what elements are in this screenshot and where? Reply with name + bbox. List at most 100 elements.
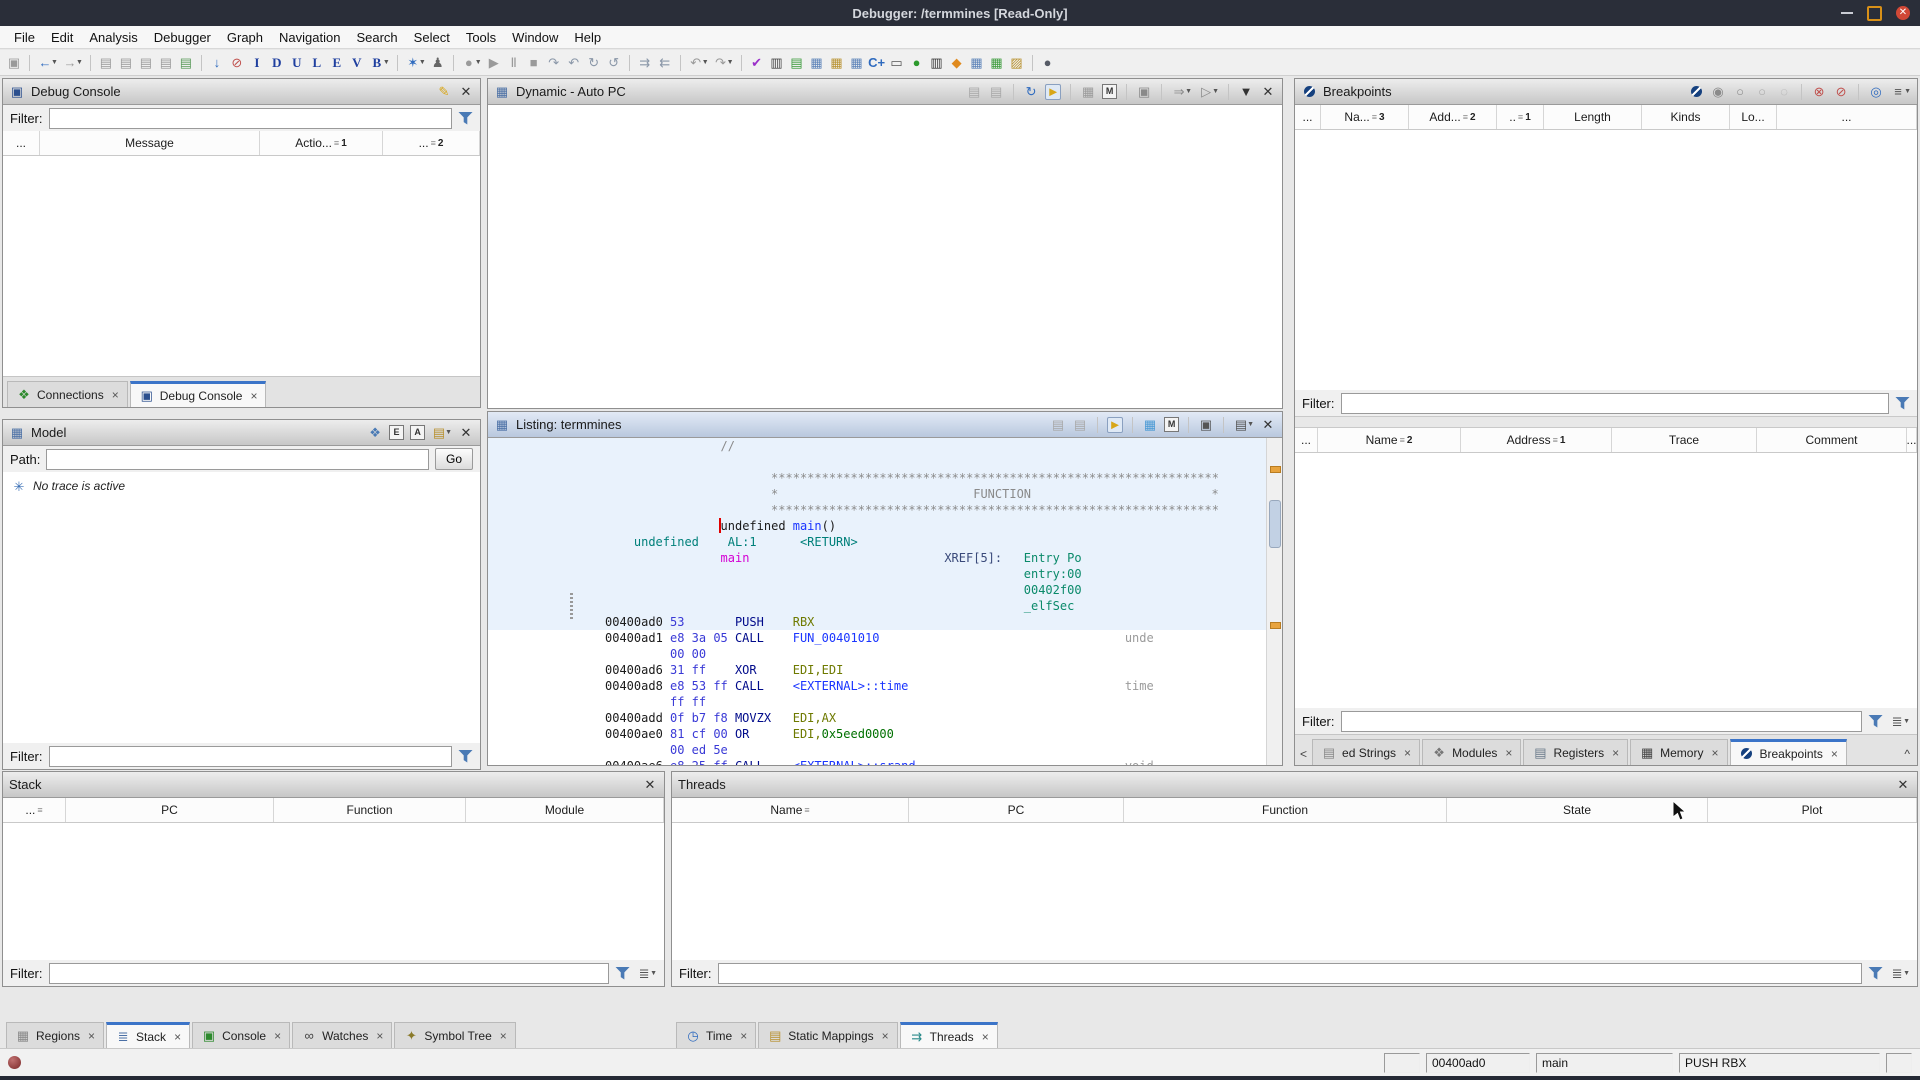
- tab-scroll-left-icon[interactable]: <: [1299, 747, 1310, 765]
- filter-input[interactable]: [1340, 710, 1863, 732]
- column-header-lo[interactable]: Lo...: [1730, 105, 1777, 129]
- menu-file[interactable]: File: [6, 28, 43, 47]
- close-tab-icon[interactable]: ×: [376, 1029, 383, 1043]
- dropdown-arrow-icon[interactable]: ▼: [650, 970, 657, 977]
- tab-threads[interactable]: ⇉ Threads ×: [899, 1022, 998, 1048]
- tab-time[interactable]: ◷ Time ×: [676, 1022, 757, 1048]
- dropdown-arrow-icon[interactable]: ▼: [419, 59, 426, 66]
- data-type-manager-icon[interactable]: ▤: [789, 55, 805, 71]
- close-tab-icon[interactable]: ×: [1505, 746, 1512, 760]
- show-elements-icon[interactable]: E: [389, 425, 405, 440]
- column-header-na[interactable]: Na... ≡ 3: [1321, 105, 1409, 129]
- menu-help[interactable]: Help: [566, 28, 609, 47]
- column-header-state[interactable]: State: [1447, 798, 1708, 822]
- dropdown-arrow-icon[interactable]: ▼: [1185, 88, 1192, 95]
- splitter[interactable]: [1295, 416, 1917, 428]
- paste-link-icon[interactable]: ▤: [178, 55, 194, 71]
- track-location-icon[interactable]: ►: [1045, 83, 1062, 100]
- menu-search[interactable]: Search: [348, 28, 405, 47]
- sync-static-icon[interactable]: ▦: [1142, 417, 1158, 433]
- interrupt-icon[interactable]: Ⅱ: [506, 55, 522, 71]
- close-tab-icon[interactable]: ×: [1404, 746, 1411, 760]
- menu-debugger[interactable]: Debugger: [146, 28, 219, 47]
- snapshot-camera-icon[interactable]: ▣: [1136, 84, 1152, 100]
- clear-console-icon[interactable]: ✎: [436, 84, 452, 100]
- listing-content[interactable]: //**************************************…: [488, 438, 1282, 765]
- letter-i-button[interactable]: I: [249, 55, 265, 71]
- close-tab-icon[interactable]: ×: [1612, 746, 1619, 760]
- column-header-more[interactable]: ...: [1295, 428, 1318, 452]
- dropdown-arrow-icon[interactable]: ▼: [445, 429, 452, 436]
- column-header-more[interactable]: ...: [1777, 105, 1917, 129]
- close-icon[interactable]: ✕: [1260, 417, 1276, 433]
- dropdown-arrow-icon[interactable]: ▼: [1904, 88, 1911, 95]
- menu-tools[interactable]: Tools: [458, 28, 504, 47]
- expand-tabs-icon[interactable]: ^: [1903, 747, 1913, 765]
- go-to-icon[interactable]: ↓: [209, 55, 225, 71]
- tab-console[interactable]: ▣ Console ×: [192, 1022, 291, 1048]
- menu-select[interactable]: Select: [406, 28, 458, 47]
- letter-e-button[interactable]: E: [329, 55, 345, 71]
- step-into-icon[interactable]: ↷: [546, 55, 562, 71]
- scrollbar-thumb[interactable]: [1269, 500, 1281, 548]
- dropdown-arrow-icon[interactable]: ▼: [383, 59, 390, 66]
- enable-all-breakpoints-icon[interactable]: ◉: [1710, 84, 1726, 100]
- column-header-function[interactable]: Function: [274, 798, 466, 822]
- column-header-length[interactable]: Length: [1544, 105, 1642, 129]
- close-tab-icon[interactable]: ×: [274, 1029, 281, 1043]
- column-header-actio[interactable]: Actio... ≡ 1: [260, 131, 383, 155]
- column-header-name[interactable]: Name ≡: [672, 798, 909, 822]
- disable-all-breakpoints-icon[interactable]: ○: [1754, 84, 1770, 100]
- refresh-icon[interactable]: ↻: [1023, 84, 1039, 100]
- column-header-kinds[interactable]: Kinds: [1642, 105, 1730, 129]
- close-icon[interactable]: ✕: [642, 777, 658, 793]
- memory-bytes-icon[interactable]: ▥: [769, 55, 785, 71]
- column-header-more[interactable]: ...: [1295, 105, 1321, 129]
- filter-input[interactable]: [48, 107, 452, 129]
- tab-modules[interactable]: ❖ Modules ×: [1422, 739, 1522, 765]
- program-tree-icon[interactable]: ▦: [829, 55, 845, 71]
- dropdown-arrow-icon[interactable]: ▼: [702, 59, 709, 66]
- close-tab-icon[interactable]: ×: [174, 1030, 181, 1044]
- sweep-icon[interactable]: ▨: [1009, 55, 1025, 71]
- close-icon[interactable]: ✕: [1895, 777, 1911, 793]
- dropdown-arrow-icon[interactable]: ▼: [51, 59, 58, 66]
- memory-map-icon[interactable]: ▦: [849, 55, 865, 71]
- menu-window[interactable]: Window: [504, 28, 566, 47]
- filter-input[interactable]: [717, 962, 1863, 984]
- step-over-icon[interactable]: ↶: [566, 55, 582, 71]
- memory-film-icon[interactable]: ▥: [929, 55, 945, 71]
- make-breakpoints-effective-icon[interactable]: ⊘: [1833, 84, 1849, 100]
- filter-breakpoints-icon[interactable]: ◎: [1868, 84, 1884, 100]
- module-map-icon[interactable]: M: [1164, 417, 1180, 432]
- close-tab-icon[interactable]: ×: [250, 389, 257, 403]
- letter-l-button[interactable]: L: [309, 55, 325, 71]
- maximize-icon[interactable]: [1867, 5, 1882, 21]
- tab-breakpoints[interactable]: Breakpoints ×: [1729, 739, 1847, 765]
- clear-all-breakpoints-icon[interactable]: ⊗: [1811, 84, 1827, 100]
- filter-input[interactable]: [48, 962, 610, 984]
- dropdown-arrow-icon[interactable]: ▼: [1903, 718, 1910, 725]
- column-header-more[interactable]: ...: [1907, 428, 1917, 452]
- column-header-name[interactable]: Name ≡ 2: [1318, 428, 1461, 452]
- snapshot-camera-icon[interactable]: ▣: [1198, 417, 1214, 433]
- enable-breakpoint-icon[interactable]: [1688, 84, 1704, 100]
- filter-funnel-icon[interactable]: [1895, 396, 1910, 410]
- filter-input[interactable]: [1340, 392, 1889, 414]
- column-header-module[interactable]: Module: [466, 798, 664, 822]
- menu-edit[interactable]: Edit: [43, 28, 81, 47]
- letter-v-button[interactable]: V: [349, 55, 365, 71]
- copy-icon[interactable]: ▤: [966, 84, 982, 100]
- copy-icon[interactable]: ▤: [1050, 417, 1066, 433]
- validate-icon[interactable]: ✔: [749, 55, 765, 71]
- close-tab-icon[interactable]: ×: [740, 1029, 747, 1043]
- dropdown-arrow-icon[interactable]: ▼: [1247, 421, 1254, 428]
- tab-connections[interactable]: ❖ Connections ×: [7, 381, 128, 407]
- tab-registers[interactable]: ▤ Registers ×: [1523, 739, 1629, 765]
- filter-funnel-icon[interactable]: [1868, 714, 1884, 728]
- column-header-function[interactable]: Function: [1124, 798, 1447, 822]
- register-person-icon[interactable]: ♟: [430, 55, 446, 71]
- filter-funnel-icon[interactable]: [615, 966, 631, 980]
- symbol-table-icon[interactable]: ▦: [809, 55, 825, 71]
- minimize-icon[interactable]: [1841, 12, 1853, 14]
